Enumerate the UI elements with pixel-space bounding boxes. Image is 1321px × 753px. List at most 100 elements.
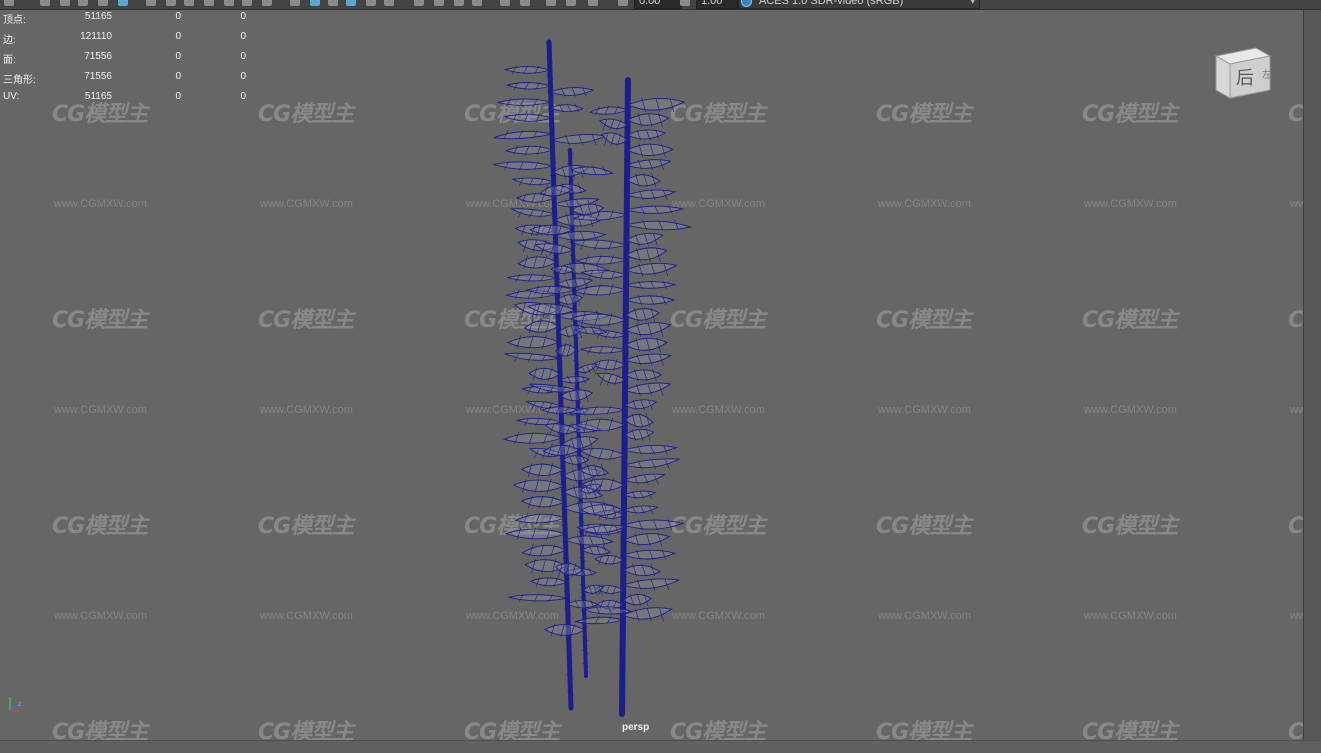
leaf-cluster — [504, 527, 567, 541]
leaf-cluster — [622, 490, 657, 500]
viewport-persp[interactable]: CG模型主 CG模型主 CG模型主 CG模型主 CG模型主 CG模型主 CG模型主 CG模型主… — [0, 0, 1321, 753]
leaf-cluster — [521, 543, 567, 557]
gate-mask-icon[interactable] — [204, 0, 214, 6]
leaf-cluster — [504, 352, 560, 362]
hud-value: 0 — [240, 71, 246, 82]
leaf-cluster — [549, 87, 595, 97]
leaf-cluster — [506, 335, 561, 349]
leaf-cluster — [624, 368, 663, 382]
film-gate-icon[interactable] — [166, 0, 176, 6]
leaf-cluster — [622, 593, 652, 607]
viewcube-face-label[interactable]: 后 — [1236, 68, 1254, 89]
leaf-cluster — [512, 479, 565, 493]
leaf-cluster — [600, 132, 629, 147]
leaf-cluster — [508, 594, 568, 602]
leaf-cluster — [563, 534, 615, 546]
hud-row: 三角形: 71556 0 0 — [0, 69, 260, 89]
color-management-dropdown[interactable]: ACES 1.0 SDR-video (sRGB) ▾ — [738, 0, 980, 9]
leaf-cluster — [509, 208, 557, 218]
image-plane-icon[interactable] — [78, 0, 88, 6]
leaf-cluster — [566, 599, 599, 609]
textured-icon[interactable] — [346, 0, 356, 6]
leaf-cluster — [621, 607, 673, 622]
ambient-occlusion-icon[interactable] — [472, 0, 482, 6]
depth-of-field-icon[interactable] — [546, 0, 556, 6]
resolution-gate-icon[interactable] — [184, 0, 194, 6]
chevron-down-icon[interactable]: ▾ — [970, 0, 975, 8]
leaf-cluster — [573, 284, 628, 296]
leaf-cluster — [622, 505, 659, 515]
xray-active-icon[interactable] — [434, 0, 444, 6]
leaf-cluster — [504, 145, 555, 155]
leaf-cluster — [622, 549, 677, 561]
hud-value: 0 — [240, 51, 246, 62]
hud-value: 51165 — [84, 11, 112, 22]
leaf-cluster — [624, 307, 660, 323]
leaf-cluster — [624, 412, 654, 428]
leaf-cluster — [622, 533, 671, 547]
camera-attributes-icon[interactable] — [40, 0, 50, 6]
isolate-select-icon[interactable] — [566, 0, 576, 6]
2d-pan-zoom-icon[interactable] — [98, 0, 108, 6]
grid-icon[interactable] — [146, 0, 156, 6]
leaf-cluster — [580, 269, 628, 280]
use-all-lights-icon[interactable] — [366, 0, 376, 6]
leaf-cluster — [626, 113, 670, 127]
leaf-cluster — [493, 161, 554, 171]
hud-value: 71556 — [84, 51, 112, 62]
tree-wireframe-model[interactable] — [0, 0, 1321, 753]
smooth-shade-icon[interactable] — [310, 0, 320, 6]
color-management-icon[interactable] — [741, 0, 752, 7]
safe-action-icon[interactable] — [242, 0, 252, 6]
leaf-cluster — [622, 563, 661, 577]
wireframe-on-shaded-icon[interactable] — [328, 0, 338, 6]
leaf-cluster — [543, 623, 586, 637]
hud-value: 0 — [240, 91, 246, 102]
leaf-cluster — [623, 428, 655, 441]
hud-value: 71556 — [84, 71, 112, 82]
leaf-cluster — [561, 454, 590, 466]
leaf-cluster — [621, 578, 681, 591]
viewcube-side-label[interactable]: 左 — [1262, 68, 1272, 81]
motion-blur-icon[interactable] — [500, 0, 510, 6]
color-management-label: ACES 1.0 SDR-video (sRGB) — [759, 0, 904, 7]
hud-row: 顶点: 51165 0 0 — [0, 9, 260, 29]
leaf-cluster — [625, 205, 685, 215]
exposure-icon[interactable] — [618, 0, 628, 6]
hud-label: 顶点: — [3, 15, 26, 26]
leaf-cluster — [626, 173, 661, 187]
field-chart-icon[interactable] — [224, 0, 234, 6]
wireframe-icon[interactable] — [290, 0, 300, 6]
leaf-cluster — [626, 143, 674, 157]
exposure-field[interactable]: 0.00 — [634, 0, 682, 9]
leaf-cluster — [625, 189, 677, 200]
leaf-cluster — [575, 363, 598, 375]
xray-joints-icon[interactable] — [454, 0, 464, 6]
hud-label: UV: — [3, 91, 20, 102]
xray-icon[interactable] — [414, 0, 424, 6]
leaf-cluster — [626, 98, 686, 112]
leaf-cluster — [622, 473, 666, 485]
anti-aliasing-icon[interactable] — [520, 0, 530, 6]
select-camera-icon[interactable] — [4, 0, 14, 6]
leaf-cluster — [505, 81, 553, 91]
leaf-cluster — [582, 584, 605, 595]
leaf-cluster — [625, 159, 672, 171]
right-panel-edge[interactable] — [1303, 9, 1321, 753]
hud-value: 121110 — [80, 31, 112, 42]
shadows-icon[interactable] — [384, 0, 394, 6]
safe-title-icon[interactable] — [262, 0, 272, 6]
leaf-cluster — [503, 113, 554, 123]
leaf-cluster — [514, 512, 567, 524]
hud-value: 0 — [175, 11, 181, 22]
view-cube[interactable]: 后 左 — [1212, 44, 1274, 100]
leaf-cluster — [622, 458, 681, 470]
grease-pencil-icon[interactable] — [118, 0, 128, 6]
hud-label: 面: — [3, 55, 16, 66]
leaf-cluster — [624, 322, 672, 337]
gamma-field[interactable]: 1.00 — [696, 0, 738, 9]
hud-value: 0 — [240, 31, 246, 42]
bookmark-icon[interactable] — [60, 0, 70, 6]
textures-toggle-icon[interactable] — [588, 0, 598, 6]
gamma-icon[interactable] — [680, 0, 690, 6]
